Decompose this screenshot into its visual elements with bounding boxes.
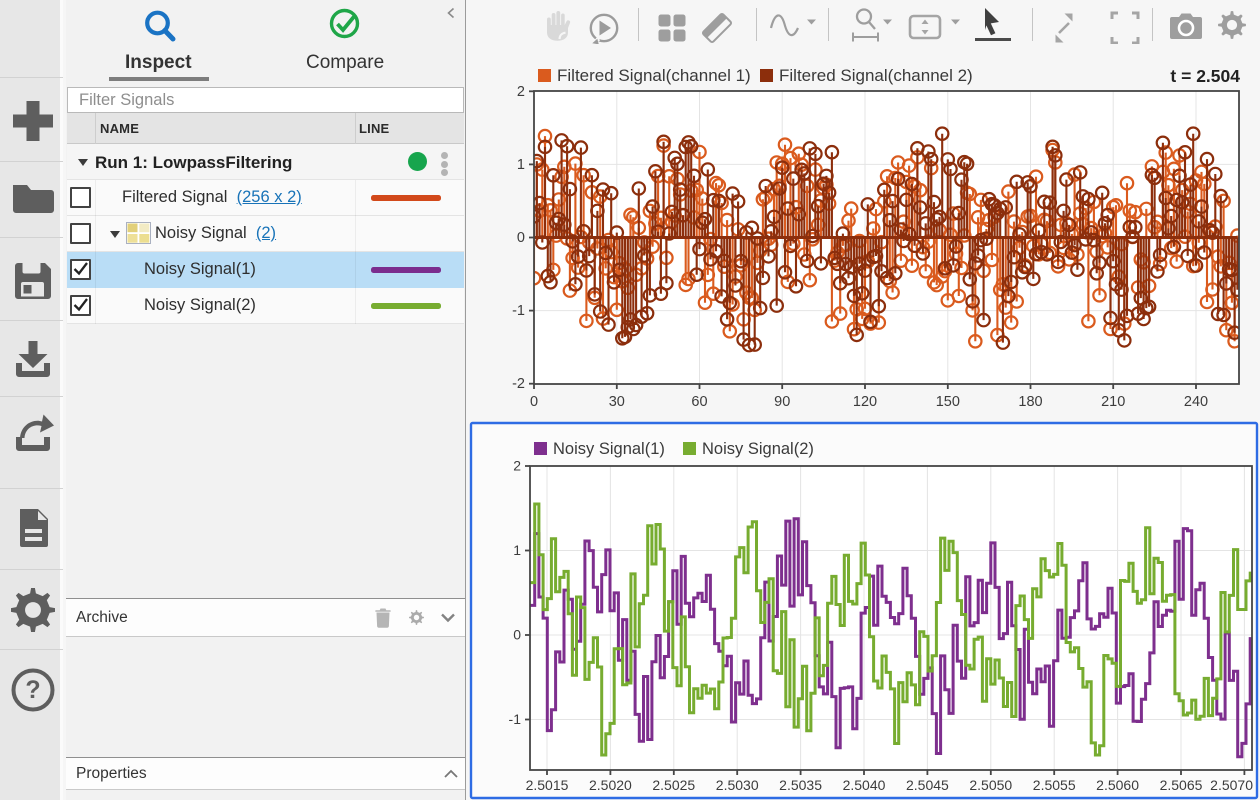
svg-text:210: 210: [1101, 394, 1125, 410]
svg-text:2.5025: 2.5025: [652, 777, 695, 793]
svg-text:2: 2: [513, 458, 521, 474]
svg-text:-1: -1: [509, 711, 522, 727]
svg-text:2.5020: 2.5020: [589, 777, 632, 793]
svg-text:Filtered Signal(channel 2): Filtered Signal(channel 2): [779, 66, 973, 85]
svg-text:2.5055: 2.5055: [1033, 777, 1076, 793]
svg-text:1: 1: [513, 542, 521, 558]
svg-text:0: 0: [517, 230, 525, 246]
svg-text:2.5015: 2.5015: [526, 777, 569, 793]
svg-text:-2: -2: [512, 376, 525, 392]
svg-text:?: ?: [25, 676, 40, 704]
svg-text:-1: -1: [512, 303, 525, 319]
svg-text:2.5040: 2.5040: [843, 777, 886, 793]
svg-text:2.5035: 2.5035: [779, 777, 822, 793]
svg-text:180: 180: [1018, 394, 1042, 410]
svg-text:2.5070: 2.5070: [1210, 777, 1253, 793]
svg-text:2: 2: [517, 84, 525, 100]
svg-text:2.5060: 2.5060: [1096, 777, 1139, 793]
svg-text:0: 0: [513, 627, 521, 643]
svg-text:t = 2.504: t = 2.504: [1170, 66, 1240, 86]
svg-text:Noisy Signal(2): Noisy Signal(2): [702, 440, 814, 458]
svg-text:150: 150: [936, 394, 960, 410]
svg-text:30: 30: [609, 394, 625, 410]
svg-text:Filtered Signal(channel 1): Filtered Signal(channel 1): [557, 66, 751, 85]
svg-text:2.5050: 2.5050: [969, 777, 1012, 793]
svg-text:2.5030: 2.5030: [716, 777, 759, 793]
svg-text:Noisy Signal(1): Noisy Signal(1): [553, 440, 665, 458]
svg-text:60: 60: [691, 394, 707, 410]
svg-text:90: 90: [774, 394, 790, 410]
svg-text:2.5045: 2.5045: [906, 777, 949, 793]
svg-text:120: 120: [853, 394, 877, 410]
svg-text:240: 240: [1184, 394, 1208, 410]
svg-text:0: 0: [530, 394, 538, 410]
svg-text:1: 1: [517, 157, 525, 173]
svg-text:2.5065: 2.5065: [1160, 777, 1203, 793]
